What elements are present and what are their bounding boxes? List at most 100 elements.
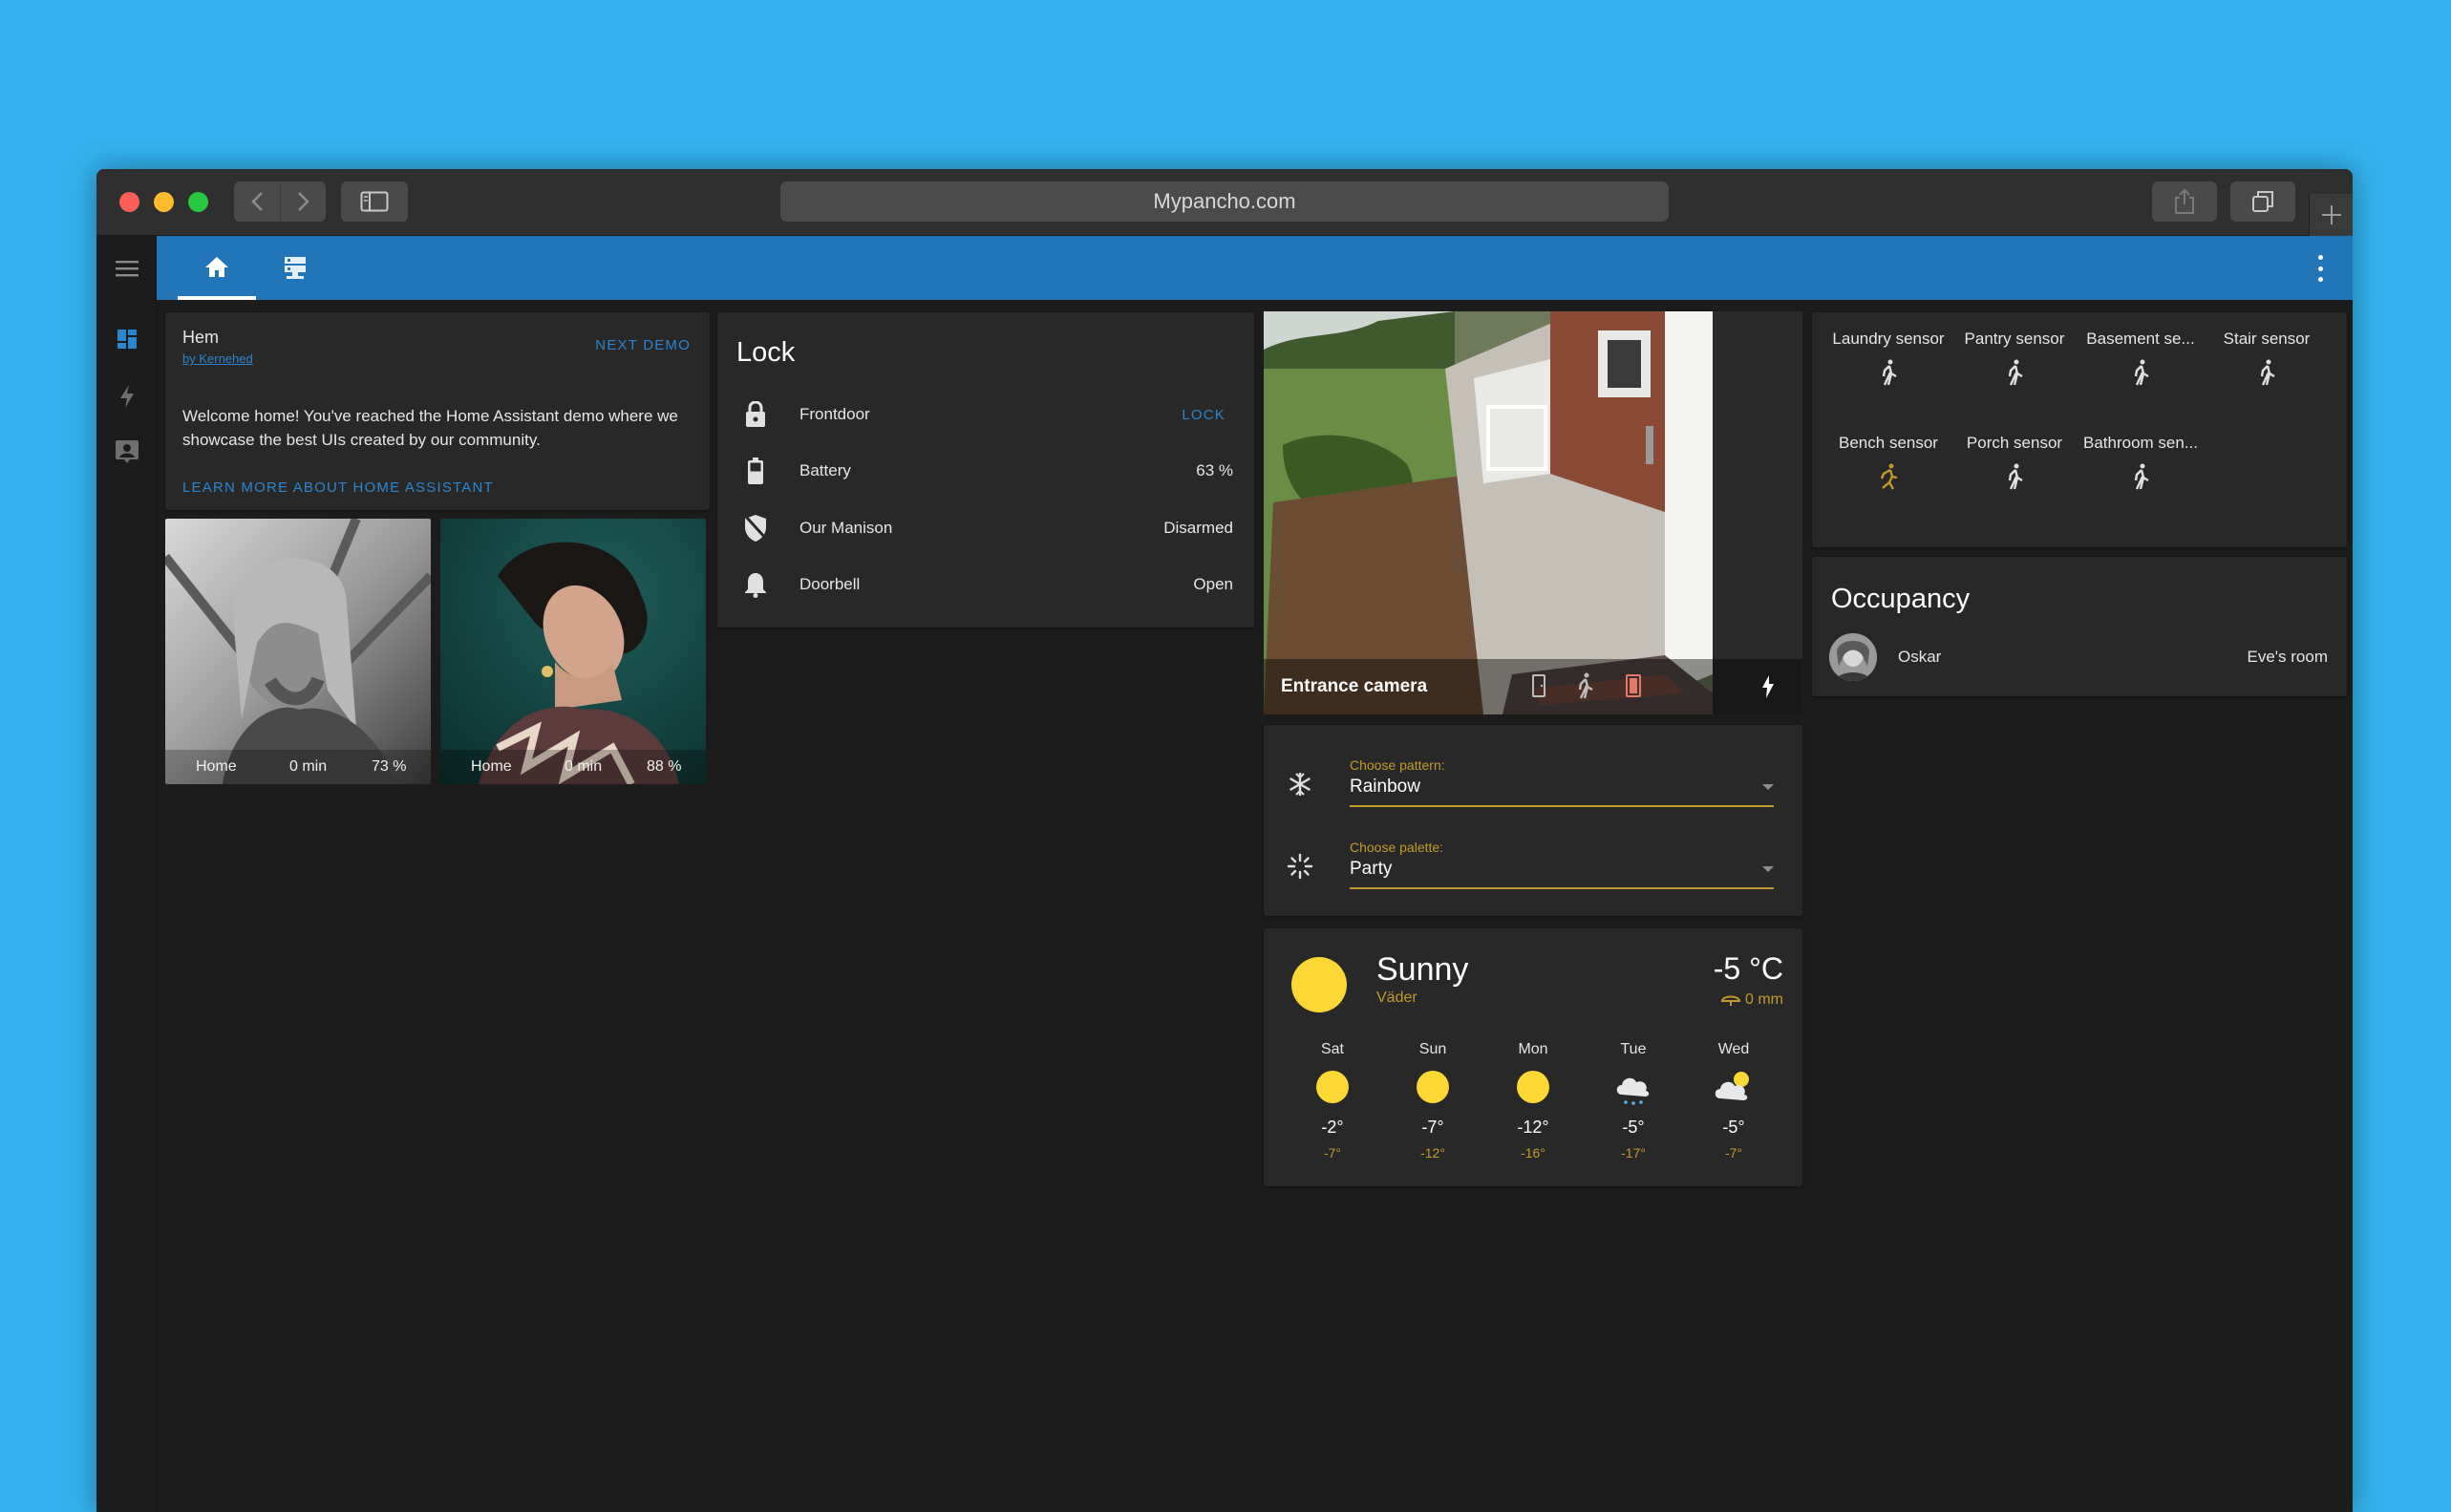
navigation-buttons [234,181,326,222]
lock-row-doorbell[interactable]: Doorbell Open [736,565,1233,604]
camera-feed-image [1264,311,1802,714]
lock-row-battery[interactable]: Battery 63 % [736,452,1233,490]
sensor-bathroom[interactable]: Bathroom sen... [2078,434,2204,500]
door-open-icon[interactable] [1625,674,1642,702]
lock-row-alarm[interactable]: Our Manison Disarmed [736,509,1233,547]
palette-select[interactable]: Choose palette: Party [1287,840,1774,899]
occupancy-card: Occupancy Oskar Eve's room [1812,557,2347,696]
new-tab-button[interactable] [2309,194,2353,236]
forecast-high: -12° [1517,1118,1549,1137]
lock-row-name: Our Manison [799,519,893,537]
umbrella-icon [1720,995,1741,1006]
lock-row-name: Frontdoor [799,405,870,423]
lock-icon [736,395,775,434]
person-avatar [1829,633,1877,681]
lock-action-button[interactable]: LOCK [1182,407,1226,423]
sensor-label: Stair sensor [2223,330,2311,348]
walking-icon [2078,349,2204,396]
person-card[interactable]: Home 0 min 88 % [440,519,706,784]
motion-icon[interactable] [1575,672,1594,704]
person-location: Home [196,758,237,775]
weather-card[interactable]: Sunny Väder -5 °C 0 mm Sat -2° -7° Sun -… [1264,928,1802,1186]
sensors-card: Laundry sensor Pantry sensor Basement se… [1812,312,2347,547]
forecast-high: -5° [1622,1118,1645,1137]
sidebar-item-overview[interactable] [96,312,157,366]
tabs-icon [2252,191,2273,212]
forward-button[interactable] [280,181,326,222]
sensor-basement[interactable]: Basement se... [2078,330,2204,396]
flash-icon[interactable] [1760,674,1776,704]
lightning-icon [119,385,134,408]
overflow-menu-button[interactable] [2316,255,2324,282]
close-window-button[interactable] [119,192,139,212]
sensor-pantry[interactable]: Pantry sensor [1951,330,2078,396]
person-time: 0 min [289,758,328,775]
sensor-label: Basement se... [2086,330,2195,348]
address-bar[interactable]: Mypancho.com [780,181,1669,222]
person-info-bar: Home 0 min 88 % [440,750,706,784]
sensor-stair[interactable]: Stair sensor [2204,330,2330,396]
weather-entity-name: Väder [1376,990,1417,1006]
sunny-icon [1495,1058,1571,1116]
person-photo-image [165,519,431,784]
person-photo-image [440,519,706,784]
sidebar-toggle-button[interactable] [341,181,408,222]
sensor-bench[interactable]: Bench sensor [1825,434,1951,500]
walking-icon [2204,349,2330,396]
weather-condition: Sunny [1376,951,1469,988]
forecast-high: -2° [1321,1118,1344,1137]
sidebar-item-energy[interactable] [96,370,157,423]
demo-description: Welcome home! You've reached the Home As… [182,407,678,449]
precipitation-value: 0 mm [1745,991,1783,1008]
minimize-window-button[interactable] [154,192,174,212]
demo-author-link[interactable]: by Kernehed [182,351,253,366]
dashboard-icon [117,330,137,349]
forecast-day: Wed -5° -7° [1695,1041,1772,1161]
maximize-window-button[interactable] [188,192,208,212]
lock-row-state: Open [1193,575,1233,593]
lock-card-title: Lock [736,337,796,368]
person-battery: 73 % [372,758,407,775]
forecast-day: Sat -2° -7° [1294,1041,1371,1161]
server-icon [285,256,306,279]
learn-more-link[interactable]: LEARN MORE ABOUT HOME ASSISTANT [182,479,494,496]
tab-servers[interactable] [256,236,334,300]
share-icon [2175,188,2194,214]
forecast-low: -16° [1521,1145,1545,1161]
lock-card: Lock Frontdoor LOCK Battery 63 % Our Man… [717,312,1254,628]
person-info-bar: Home 0 min 73 % [165,750,431,784]
tabs-overview-button[interactable] [2230,181,2295,222]
weather-temperature: -5 °C [1713,951,1783,986]
tab-home[interactable] [178,236,256,300]
sensor-label: Pantry sensor [1964,330,2065,348]
share-button[interactable] [2152,181,2217,222]
running-icon [1825,453,1951,500]
palette-select-value: Party [1350,859,1393,879]
sensor-label: Bathroom sen... [2082,434,2198,452]
next-demo-button[interactable]: NEXT DEMO [595,337,691,353]
forecast-low: -7° [1724,1145,1743,1161]
select-underline [1350,887,1774,889]
sidebar-item-map[interactable] [96,425,157,479]
door-icon[interactable] [1531,674,1546,702]
sensor-porch[interactable]: Porch sensor [1951,434,2078,500]
weather-precipitation: 0 mm [1720,991,1783,1009]
effects-card: Choose pattern: Rainbow Choose palette: … [1264,725,1802,916]
occupancy-state: Eve's room [2247,648,2329,666]
person-card[interactable]: Home 0 min 73 % [165,519,431,784]
back-button[interactable] [234,181,280,222]
demo-title: Hem [182,328,220,347]
sensor-label: Porch sensor [1966,434,2063,452]
browser-toolbar: Mypancho.com [96,169,2353,236]
lock-row-frontdoor[interactable]: Frontdoor LOCK [736,395,1233,434]
forecast-day-name: Sat [1320,1041,1344,1057]
camera-label: Entrance camera [1281,676,1428,696]
lock-row-name: Battery [799,461,851,479]
walking-icon [1951,349,2078,396]
entrance-camera-card[interactable]: Entrance camera [1264,311,1802,714]
sensor-laundry[interactable]: Laundry sensor [1825,330,1951,396]
pattern-select[interactable]: Choose pattern: Rainbow [1287,757,1774,817]
menu-button[interactable] [96,242,157,295]
sparkle-icon [1287,853,1313,884]
url-text: Mypancho.com [1153,189,1296,213]
